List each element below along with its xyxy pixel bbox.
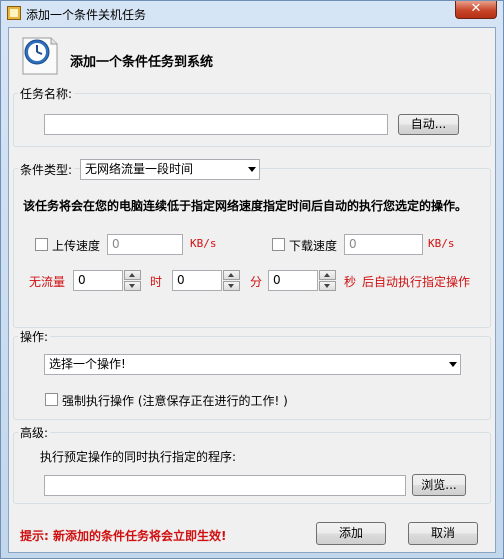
stepper-down-icon[interactable] [124,281,141,291]
seconds-input[interactable]: 0 [268,270,318,291]
operation-value: 选择一个操作! [49,357,126,371]
download-label: 下载速度 [289,239,338,253]
minutes-unit: 分 [250,275,263,289]
app-icon [7,6,21,20]
hours-unit: 时 [150,275,163,289]
upload-unit: KB/s [190,237,217,250]
stepper-up-icon[interactable] [223,270,240,280]
download-unit: KB/s [428,237,455,250]
operation-select[interactable]: 选择一个操作! [44,354,461,375]
hours-stepper[interactable] [124,270,141,291]
seconds-stepper[interactable] [319,270,336,291]
stepper-down-icon[interactable] [223,281,240,291]
window-title: 添加一个条件关机任务 [26,8,147,22]
upload-speed-input[interactable]: 0 [107,234,183,255]
stepper-down-icon[interactable] [319,281,336,291]
seconds-unit: 秒 [344,275,357,289]
close-button[interactable]: ✕ [455,1,497,19]
cancel-button[interactable]: 取消 [408,522,478,545]
upload-checkbox[interactable] [35,238,48,251]
minutes-stepper[interactable] [223,270,240,291]
auto-button[interactable]: 自动... [398,114,459,135]
stepper-up-icon[interactable] [124,270,141,280]
force-label: 强制执行操作 (注意保存正在进行的工作! ) [62,394,288,408]
chevron-down-icon [248,167,256,172]
task-name-input[interactable] [44,114,388,135]
download-speed-input[interactable]: 0 [344,234,423,255]
force-checkbox[interactable] [45,393,58,406]
program-input[interactable] [44,475,406,496]
chevron-down-icon [449,362,457,367]
dialog-client: 添加一个条件任务到系统 任务名称: 自动... 条件类型: 无网络流量一段时间 … [8,27,496,553]
task-name-label: 任务名称: [18,85,75,102]
condition-description: 该任务将会在您的电脑连续低于指定网络速度指定时间后自动的执行您选定的操作。 [23,199,468,213]
hours-input[interactable]: 0 [73,270,123,291]
program-label: 执行预定操作的同时执行指定的程序: [40,450,237,464]
condition-type-label: 条件类型: [18,161,75,178]
browse-button[interactable]: 浏览... [412,474,466,496]
download-checkbox[interactable] [272,238,285,251]
idle-prefix: 无流量 [29,275,66,289]
idle-suffix: 后自动执行指定操作 [362,275,471,289]
advanced-label: 高级: [18,424,51,441]
dialog-window: 添加一个条件关机任务 ✕ 添加一个条件任务到系统 任务名称: 自动... 条件类… [0,0,504,559]
operation-label: 操作: [18,328,51,345]
clock-icon [22,37,58,75]
condition-type-value: 无网络流量一段时间 [85,162,194,176]
upload-label: 上传速度 [52,239,101,253]
header-title: 添加一个条件任务到系统 [70,55,214,70]
minutes-input[interactable]: 0 [172,270,222,291]
title-bar[interactable]: 添加一个条件关机任务 ✕ [1,1,503,27]
add-button[interactable]: 添加 [316,522,386,545]
condition-type-select[interactable]: 无网络流量一段时间 [80,159,260,180]
hint-text: 提示: 新添加的条件任务将会立即生效! [20,529,227,543]
stepper-up-icon[interactable] [319,270,336,280]
